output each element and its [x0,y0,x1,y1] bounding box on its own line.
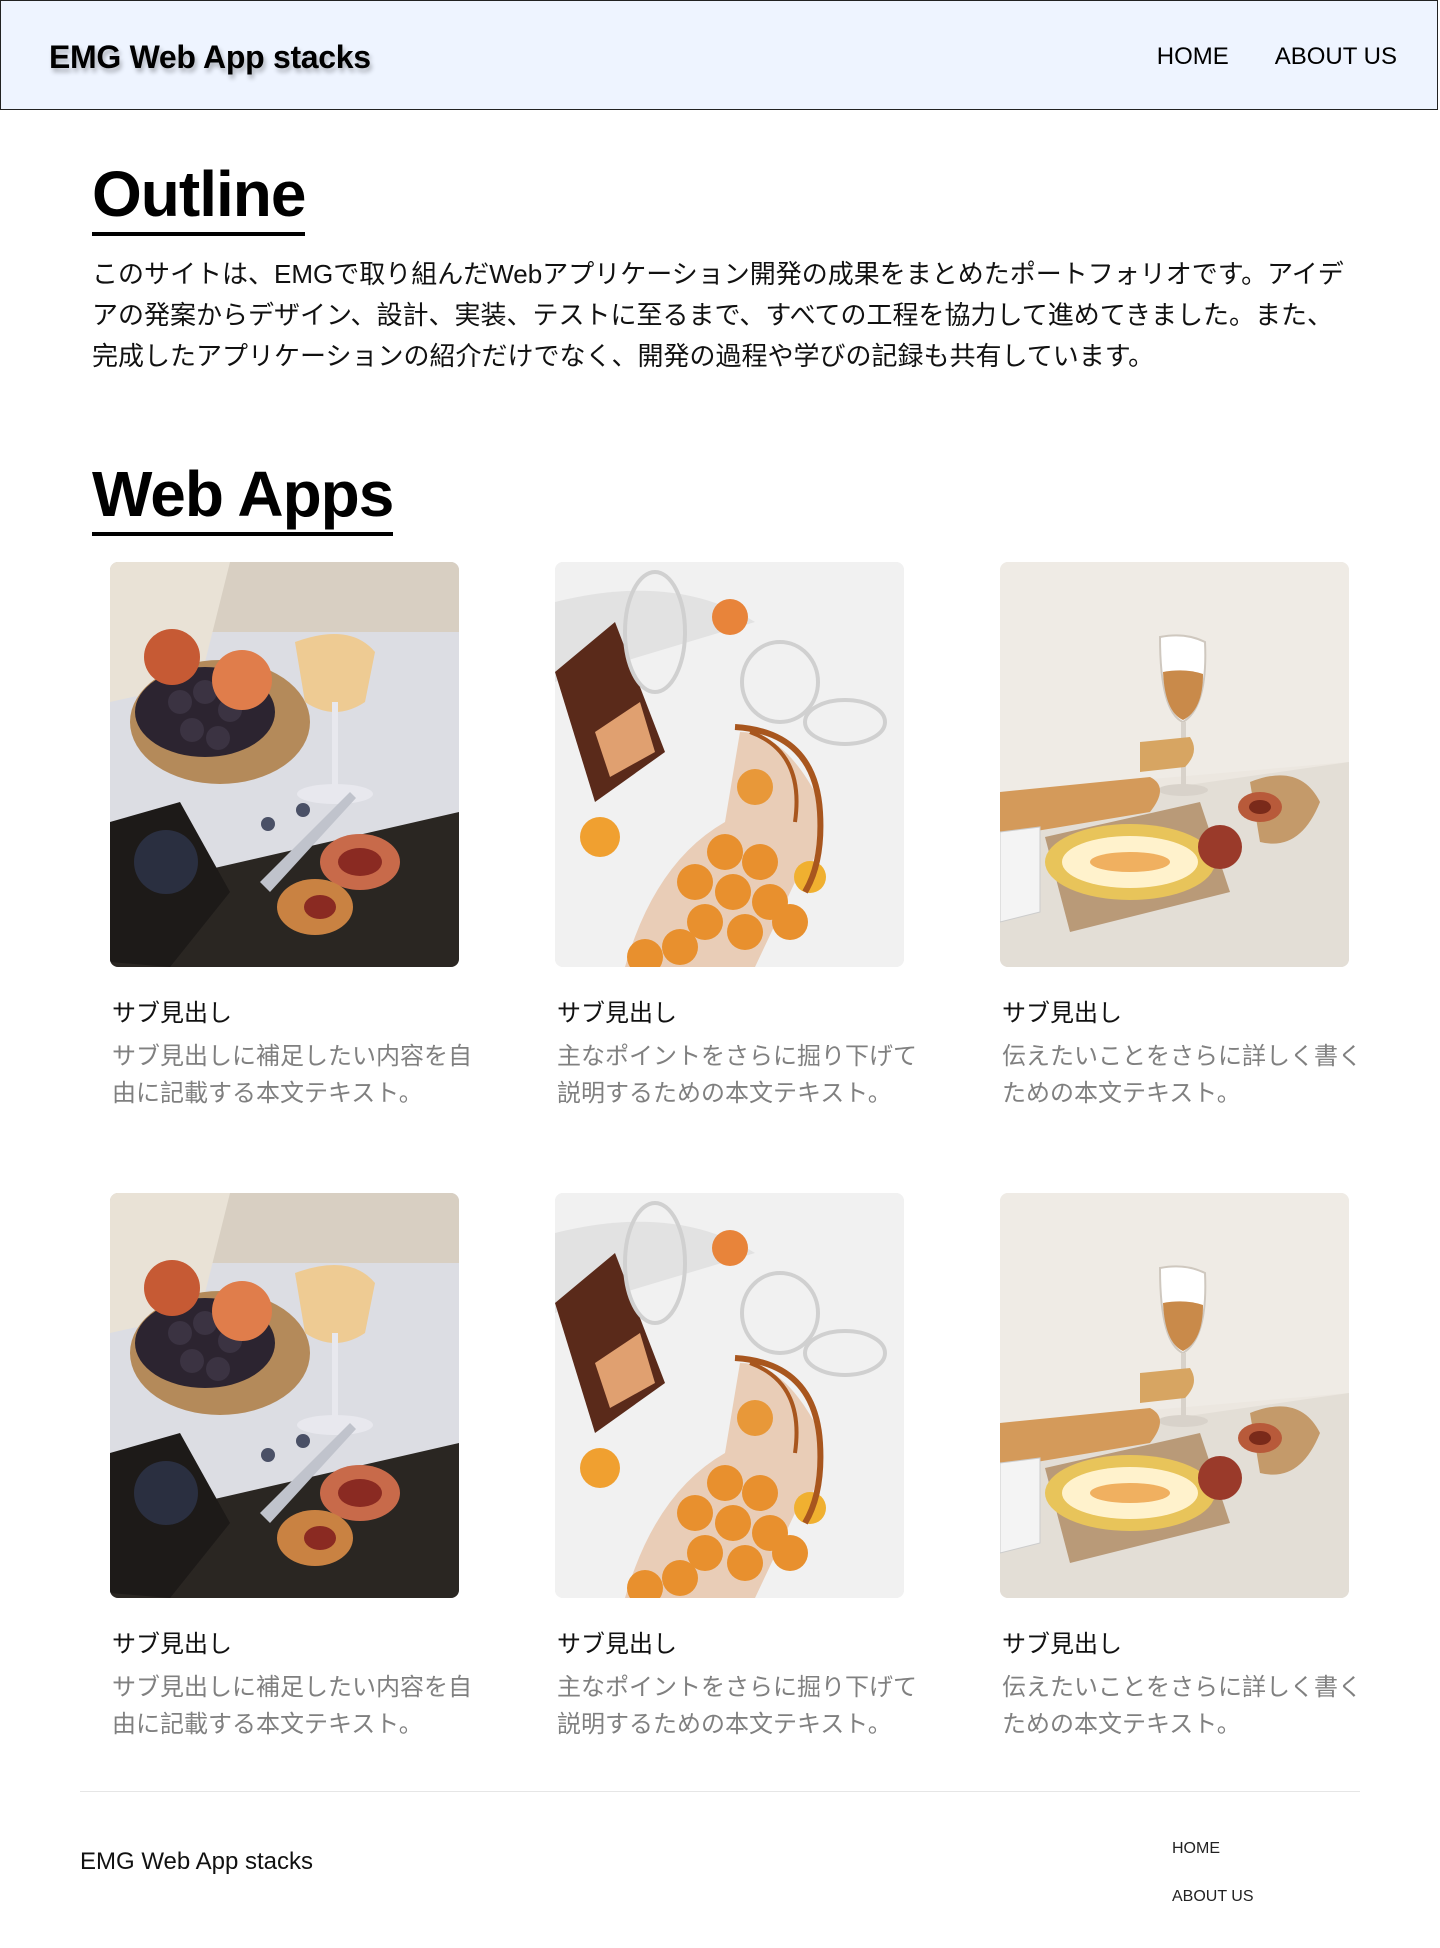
peaches-glasses-net-bag-photo [555,1193,904,1598]
wine-bread-melon-photo [1000,562,1349,967]
card-description: サブ見出しに補足したい内容を自由に記載する本文テキスト。 [112,1043,472,1107]
app-card[interactable]: サブ見出し 主なポイントをさらに掘り下げて説明するための本文テキスト。 [555,1193,935,1743]
site-header: EMG Web App stacks HOME ABOUT US [0,0,1438,110]
app-card[interactable]: サブ見出し 主なポイントをさらに掘り下げて説明するための本文テキスト。 [555,562,935,1112]
card-image[interactable] [1000,1193,1349,1598]
card-title: サブ見出し [112,1000,232,1027]
footer-brand[interactable]: EMG Web App stacks [80,1848,313,1876]
card-description: 主なポイントをさらに掘り下げて説明するための本文テキスト。 [557,1674,917,1738]
card-description: サブ見出しに補足したい内容を自由に記載する本文テキスト。 [112,1674,472,1738]
site-brand[interactable]: EMG Web App stacks [49,39,371,76]
card-title: サブ見出し [112,1631,232,1658]
fruit-wine-picnic-photo [110,562,459,967]
footer-home-link[interactable]: HOME [1172,1840,1254,1888]
web-apps-heading: Web Apps [92,462,394,536]
app-card[interactable]: サブ見出し サブ見出しに補足したい内容を自由に記載する本文テキスト。 [110,1193,490,1743]
footer-nav: HOME ABOUT US [1172,1840,1254,1936]
card-image[interactable] [110,1193,459,1598]
peaches-glasses-net-bag-photo [555,562,904,967]
outline-text: このサイトは、EMGで取り組んだWebアプリケーション開発の成果をまとめたポート… [92,259,1344,371]
footer-divider [80,1791,1360,1792]
card-description: 伝えたいことをさらに詳しく書くための本文テキスト。 [1002,1674,1362,1738]
card-title: サブ見出し [557,1631,677,1658]
card-image[interactable] [555,1193,904,1598]
header-nav: HOME ABOUT US [1157,43,1397,71]
wine-bread-melon-photo [1000,1193,1349,1598]
footer-about-link[interactable]: ABOUT US [1172,1888,1254,1936]
card-image[interactable] [555,562,904,967]
nav-home-link[interactable]: HOME [1157,43,1229,71]
card-description: 伝えたいことをさらに詳しく書くための本文テキスト。 [1002,1043,1362,1107]
app-card[interactable]: サブ見出し 伝えたいことをさらに詳しく書くための本文テキスト。 [1000,1193,1380,1743]
fruit-wine-picnic-photo [110,1193,459,1598]
nav-about-link[interactable]: ABOUT US [1275,43,1397,71]
card-description: 主なポイントをさらに掘り下げて説明するための本文テキスト。 [557,1043,917,1107]
outline-heading: Outline [92,162,306,236]
app-card[interactable]: サブ見出し 伝えたいことをさらに詳しく書くための本文テキスト。 [1000,562,1380,1112]
card-title: サブ見出し [557,1000,677,1027]
card-title: サブ見出し [1002,1000,1122,1027]
card-image[interactable] [1000,562,1349,967]
app-card[interactable]: サブ見出し サブ見出しに補足したい内容を自由に記載する本文テキスト。 [110,562,490,1112]
card-title: サブ見出し [1002,1631,1122,1658]
card-image[interactable] [110,562,459,967]
